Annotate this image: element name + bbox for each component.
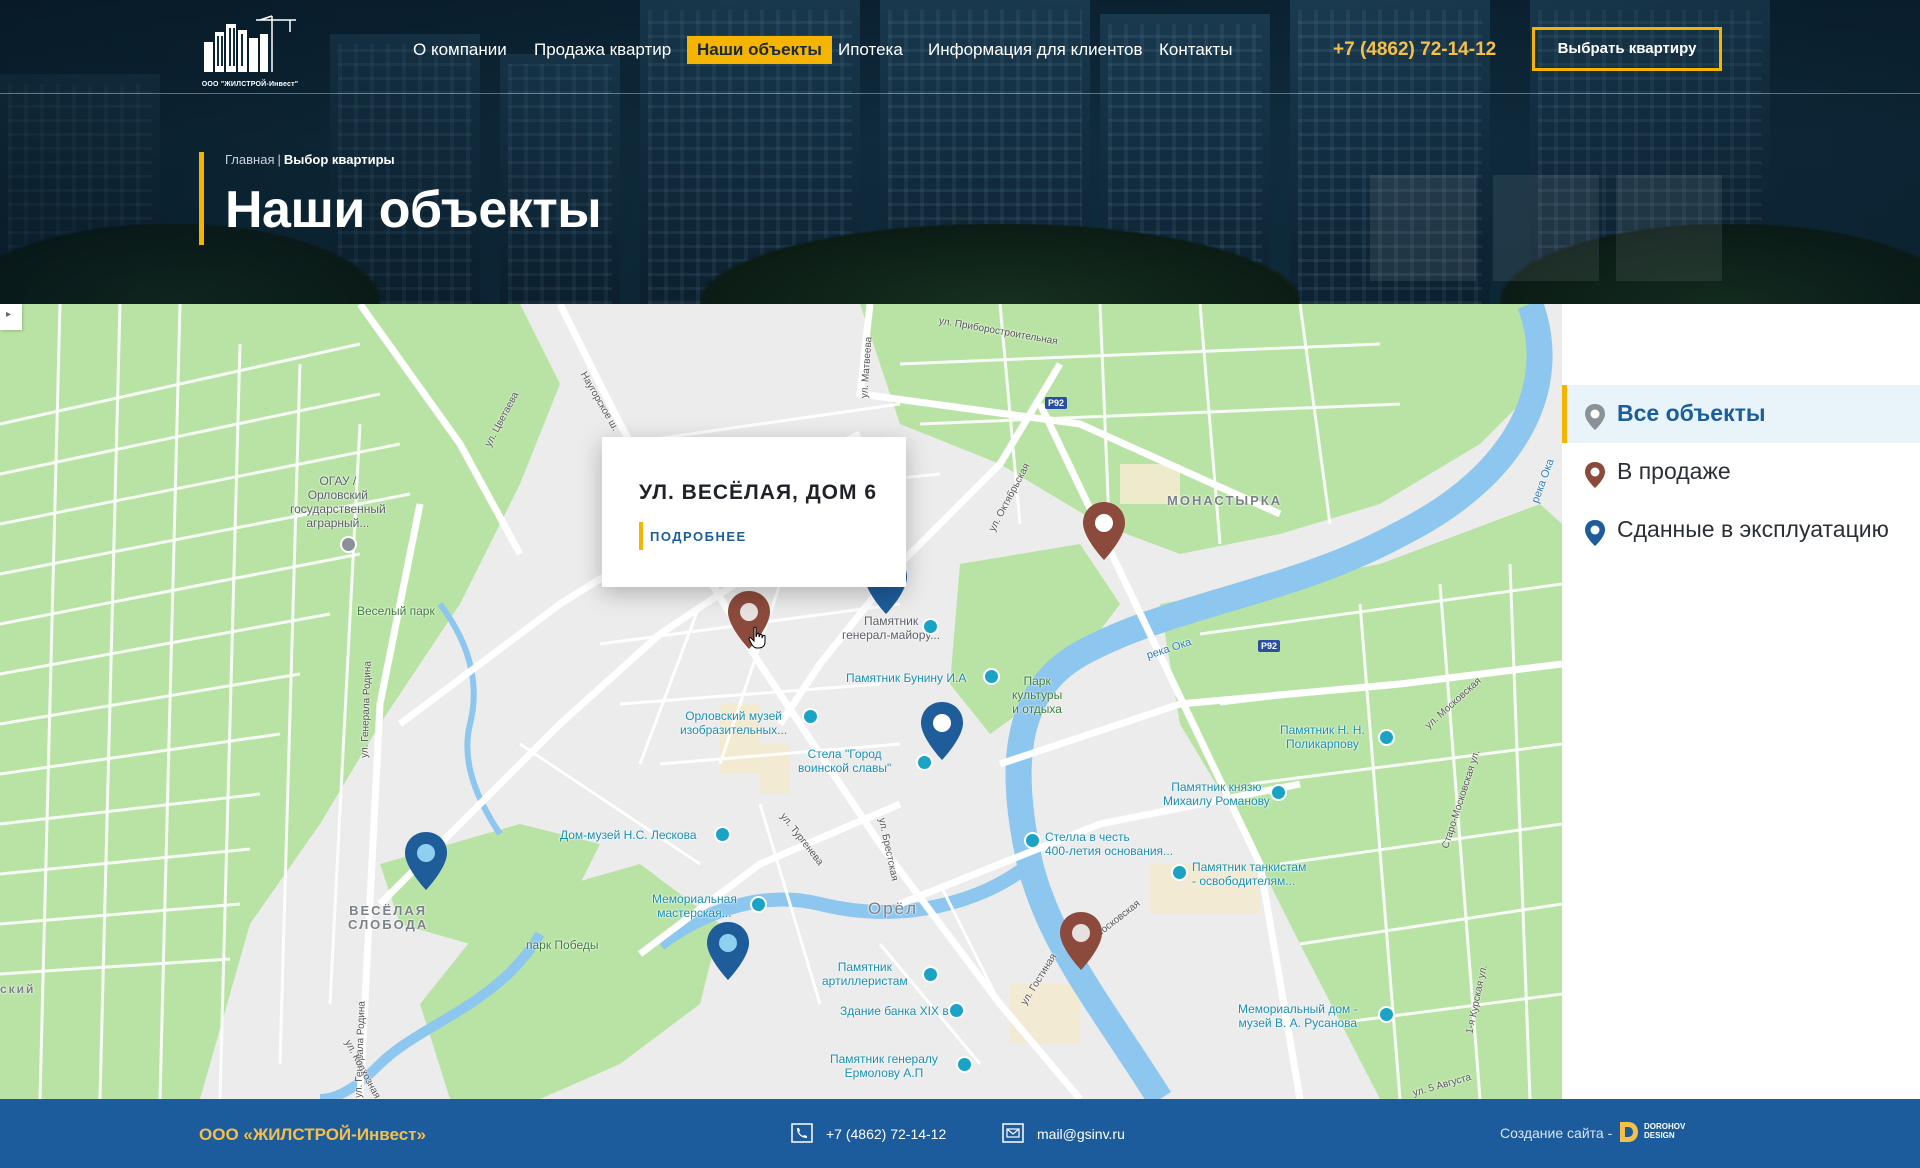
poi-label: Стелла в честь 400-летия основания... <box>1045 830 1174 858</box>
nav-apartments-sale[interactable]: Продажа квартир <box>534 36 671 64</box>
breadcrumb-separator: | <box>277 152 281 167</box>
developer-logo[interactable]: DOROHOV DESIGN <box>1618 1119 1698 1147</box>
map-pin-icon <box>405 832 447 890</box>
poi-label: Памятник генералу Ермолову А.П <box>830 1052 938 1080</box>
poi-marker[interactable] <box>714 826 731 843</box>
nav-our-objects[interactable]: Наши объекты <box>687 36 832 64</box>
poi-marker[interactable] <box>956 1056 973 1073</box>
pin-icon <box>1585 462 1605 488</box>
logo-caption: ООО "ЖИЛСТРОЙ-Инвест" <box>201 81 299 88</box>
decor-square <box>1370 175 1476 281</box>
map-pin-sale[interactable] <box>1080 500 1128 562</box>
poi-label: Орловский музей изобразительных... <box>680 709 788 737</box>
poi-marker[interactable] <box>1024 832 1041 849</box>
map-pin-icon <box>1060 912 1102 970</box>
poi-marker[interactable] <box>1270 784 1287 801</box>
road-shield: Р92 <box>1258 640 1281 652</box>
poi-marker[interactable] <box>922 618 939 635</box>
footer-credit: Создание сайта - <box>1500 1125 1613 1141</box>
logo-buildings-icon <box>204 15 296 72</box>
choose-apartment-button[interactable]: Выбрать квартиру <box>1532 27 1722 71</box>
breadcrumb-home[interactable]: Главная <box>225 152 274 167</box>
district-label: МОНАСТЫРКА <box>1167 493 1283 508</box>
developer-logo-icon <box>1620 1122 1638 1142</box>
poi-label: Памятник артиллеристам <box>822 960 908 988</box>
filter-all-label: Все объекты <box>1617 400 1766 426</box>
poi-label: Памятник князю Михаилу Романову <box>1163 780 1270 808</box>
map-pin-icon <box>707 922 749 980</box>
poi-marker[interactable] <box>922 966 939 983</box>
poi-marker[interactable] <box>340 536 357 553</box>
decor-square <box>1493 175 1599 281</box>
popup-details-link[interactable]: ПОДРОБНЕЕ <box>650 529 747 544</box>
title-accent-bar <box>199 152 204 245</box>
poi-label: Здание банка XIX век <box>840 1004 961 1018</box>
object-popup: УЛ. ВЕСЁЛАЯ, ДОМ 6 ПОДРОБНЕЕ <box>602 437 906 587</box>
popup-title: УЛ. ВЕСЁЛАЯ, ДОМ 6 <box>639 481 878 504</box>
district-label: ский <box>0 982 36 996</box>
poi-label: Памятник Бунину И.А <box>846 671 967 685</box>
pin-icon <box>1585 404 1605 430</box>
poi-label: Памятник Н. Н. Поликарпову <box>1280 723 1365 751</box>
footer-email[interactable]: mail@gsinv.ru <box>1037 1126 1125 1142</box>
header-phone[interactable]: +7 (4862) 72-14-12 <box>1333 36 1496 64</box>
poi-marker[interactable] <box>750 896 767 913</box>
map-collapse-button[interactable]: ▸ <box>0 304 22 330</box>
site-footer: ООО «ЖИЛСТРОЙ-Инвест» +7 (4862) 72-14-12… <box>0 1099 1920 1168</box>
hand-cursor-icon <box>748 626 766 649</box>
poi-marker[interactable] <box>1171 864 1188 881</box>
poi-label: ОГАУ / Орловский государственный аграрны… <box>290 474 386 530</box>
map-pin-sale[interactable] <box>1057 910 1105 972</box>
pin-icon <box>1585 520 1605 546</box>
decor-square <box>1616 175 1722 281</box>
phone-icon <box>791 1123 813 1143</box>
poi-label: Памятник танкистам - освободителям... <box>1192 860 1307 888</box>
district-label: ВЕСЁЛАЯ СЛОБОДА <box>348 903 429 932</box>
filter-for-sale[interactable]: В продаже <box>1562 443 1920 501</box>
map-pin-icon <box>1083 502 1125 560</box>
footer-phone[interactable]: +7 (4862) 72-14-12 <box>826 1126 946 1142</box>
map-pin-done[interactable] <box>402 830 450 892</box>
poi-marker[interactable] <box>948 1002 965 1019</box>
filter-all[interactable]: Все объекты <box>1562 385 1920 443</box>
developer-logo-text: DOROHOV DESIGN <box>1644 1122 1686 1140</box>
filter-for-sale-label: В продаже <box>1617 458 1731 484</box>
park-label: Веселый парк <box>357 604 435 618</box>
poi-label: Мемориальная мастерская... <box>652 892 737 920</box>
play-icon: ▸ <box>6 309 12 320</box>
poi-marker[interactable] <box>1378 1006 1395 1023</box>
page-title: Наши объекты <box>225 181 602 239</box>
poi-marker[interactable] <box>983 668 1000 685</box>
poi-marker[interactable] <box>1378 729 1395 746</box>
road-shield: Р92 <box>1045 397 1068 409</box>
poi-label: Мемориальный дом - музей В. А. Русанова <box>1238 1002 1358 1030</box>
header-divider <box>0 93 1920 94</box>
popup-accent-bar <box>639 522 643 550</box>
breadcrumb-current: Выбор квартиры <box>283 152 395 167</box>
poi-label: Дом-музей Н.С. Лескова <box>560 828 697 842</box>
city-label: Орёл <box>868 899 919 918</box>
objects-map[interactable]: ул. Приборостроительная ул. Матвеева ул.… <box>0 304 1562 1099</box>
nav-mortgage[interactable]: Ипотека <box>838 36 903 64</box>
poi-label: Стела "Город воинской славы" <box>798 747 892 775</box>
nav-about[interactable]: О компании <box>413 36 507 64</box>
map-pin-done[interactable] <box>918 700 966 762</box>
breadcrumb: Главная | Выбор квартиры <box>225 152 395 167</box>
company-logo[interactable]: ООО "ЖИЛСТРОЙ-Инвест" <box>200 10 300 88</box>
park-label: парк Победы <box>526 938 599 952</box>
filter-completed-label: Сданные в эксплуатацию <box>1617 516 1889 542</box>
map-pin-icon <box>921 702 963 760</box>
map-canvas <box>0 304 1562 1099</box>
footer-company-name: ООО «ЖИЛСТРОЙ-Инвест» <box>199 1125 426 1144</box>
nav-contacts[interactable]: Контакты <box>1159 36 1232 64</box>
filter-completed[interactable]: Сданные в эксплуатацию <box>1562 501 1920 559</box>
objects-filter-panel: Все объекты В продаже Сданные в эксплуат… <box>1562 304 1920 1099</box>
map-pin-done[interactable] <box>704 920 752 982</box>
mail-icon <box>1002 1123 1024 1143</box>
poi-marker[interactable] <box>802 708 819 725</box>
nav-client-info[interactable]: Информация для клиентов <box>928 36 1143 64</box>
park-label: Парк культуры и отдыха <box>1012 674 1063 716</box>
